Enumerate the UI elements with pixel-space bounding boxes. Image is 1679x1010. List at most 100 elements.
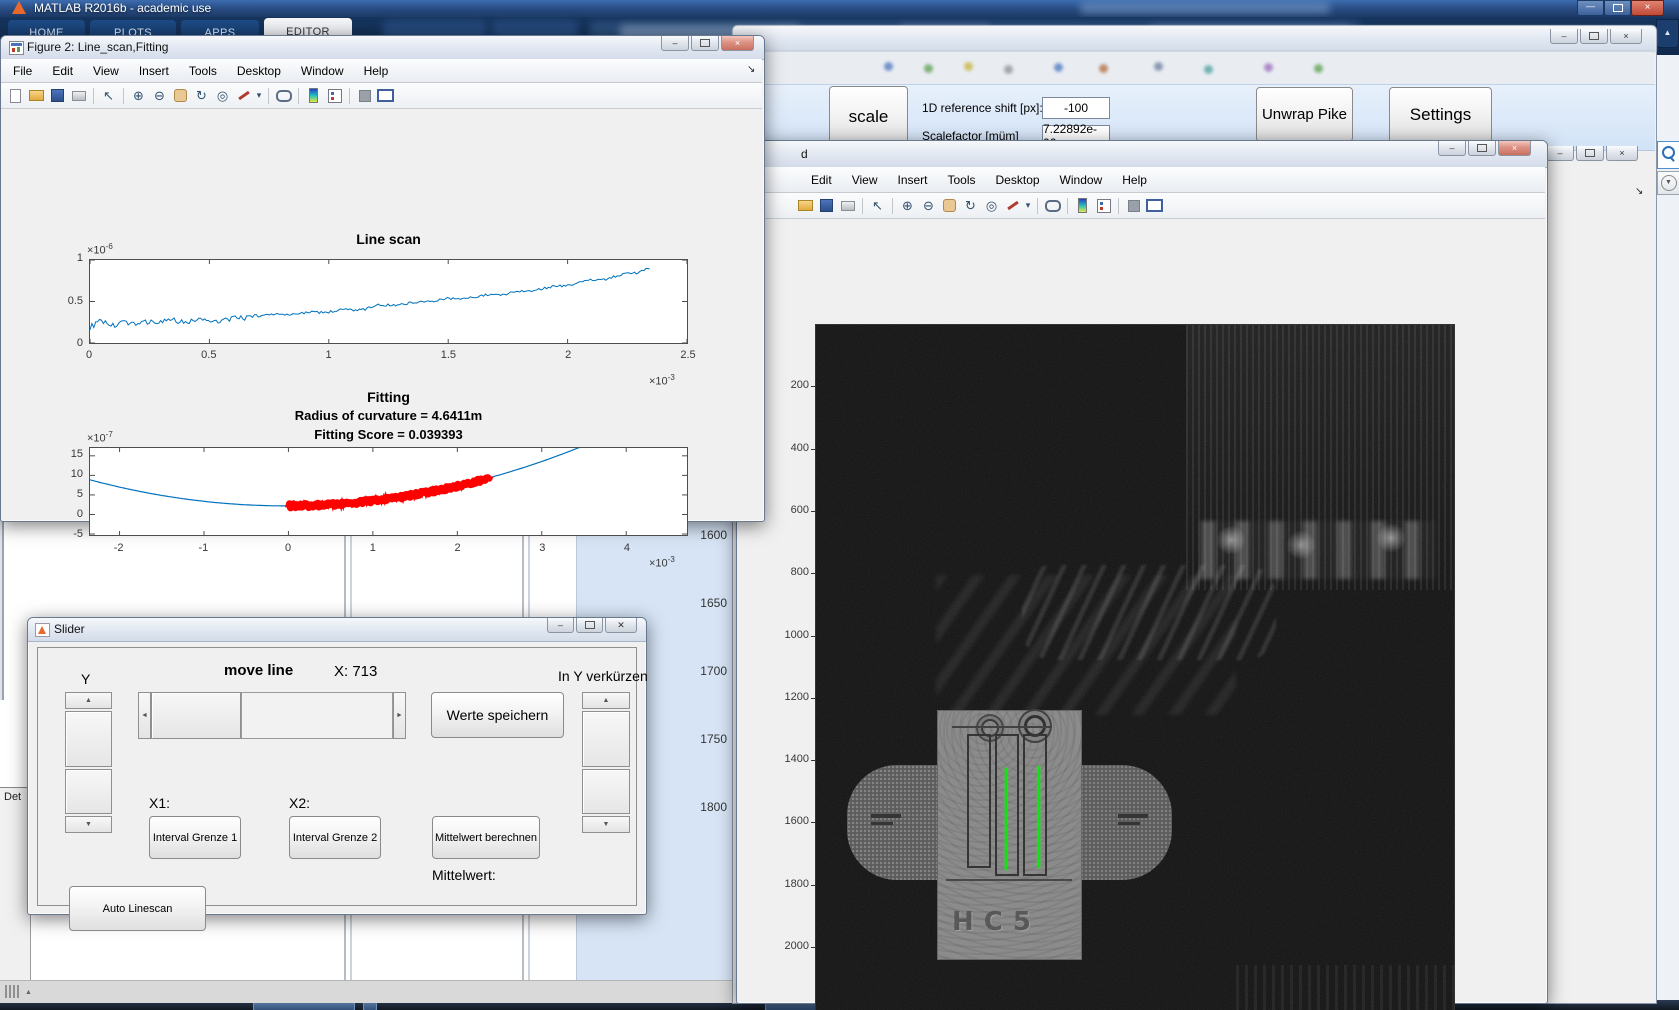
slider-titlebar[interactable]: Slider – ✕	[28, 618, 646, 642]
pan-hand-icon[interactable]	[171, 87, 190, 104]
show-plot-tools-icon[interactable]	[1145, 197, 1164, 214]
taskbar-item[interactable]	[253, 1002, 355, 1010]
bg-window-minimize-button[interactable]: –	[1546, 146, 1574, 161]
edit-plot-arrow-icon[interactable]: ↖	[868, 197, 887, 214]
menu-edit[interactable]: Edit	[801, 170, 842, 190]
save-figure-icon[interactable]	[48, 87, 67, 104]
figure2-minimize-button[interactable]: –	[661, 36, 689, 51]
menu-window[interactable]: Window	[1050, 170, 1113, 190]
slider-minimize-button[interactable]: –	[547, 618, 574, 633]
dropdown-caret-icon[interactable]: ▾	[1024, 197, 1032, 214]
in-y-slider-down-button[interactable]: ▼	[582, 816, 630, 833]
show-plot-tools-icon[interactable]	[376, 87, 395, 104]
menu-desktop[interactable]: Desktop	[227, 61, 291, 81]
y-slider-thumb[interactable]	[65, 711, 112, 767]
y-slider-thumb-lower[interactable]	[65, 769, 112, 814]
menu-edit[interactable]: Edit	[42, 61, 83, 81]
zoom-in-icon[interactable]: ⊕	[898, 197, 917, 214]
insert-colorbar-icon[interactable]	[1073, 197, 1092, 214]
in-y-slider-thumb-lower[interactable]	[582, 769, 630, 814]
save-figure-icon[interactable]	[817, 197, 836, 214]
menu-tools[interactable]: Tools	[938, 170, 986, 190]
figure-minimize-button[interactable]: –	[1438, 141, 1466, 156]
print-figure-icon[interactable]	[69, 87, 88, 104]
rotate-3d-icon[interactable]: ↻	[192, 87, 211, 104]
y-slider-up-button[interactable]: ▲	[65, 692, 112, 709]
zoom-out-icon[interactable]: ⊖	[919, 197, 938, 214]
in-y-slider-up-button[interactable]: ▲	[582, 692, 630, 709]
data-cursor-icon[interactable]: ◎	[982, 197, 1001, 214]
zoom-in-icon[interactable]: ⊕	[129, 87, 148, 104]
zoom-out-icon[interactable]: ⊖	[150, 87, 169, 104]
move-line-slider-thumb[interactable]	[151, 692, 241, 739]
rotate-3d-icon[interactable]: ↻	[961, 197, 980, 214]
brush-data-icon[interactable]	[1003, 197, 1022, 214]
link-plot-icon[interactable]	[1043, 197, 1062, 214]
close-button[interactable]: ×	[1631, 0, 1664, 16]
maximize-button[interactable]	[1604, 0, 1631, 16]
ref-shift-input[interactable]: -100	[1042, 97, 1110, 119]
unwrap-pike-button[interactable]: Unwrap Pike	[1256, 87, 1353, 142]
dock-arrow-icon[interactable]: ↘	[747, 64, 755, 75]
insert-legend-icon[interactable]	[1094, 197, 1113, 214]
figure2-title: Figure 2: Line_scan,Fitting	[27, 40, 168, 54]
brush-data-icon[interactable]	[234, 87, 253, 104]
move-line-slider-right-button[interactable]: ►	[393, 692, 406, 739]
figure2-restore-button[interactable]	[691, 36, 719, 51]
search-button[interactable]	[1657, 141, 1679, 169]
open-file-icon[interactable]	[27, 87, 46, 104]
menu-file[interactable]: File	[3, 61, 42, 81]
move-line-slider-left-button[interactable]: ◄	[138, 692, 151, 739]
insert-colorbar-icon[interactable]	[304, 87, 323, 104]
menu-help[interactable]: Help	[1112, 170, 1157, 190]
new-figure-icon[interactable]	[6, 87, 25, 104]
move-line-slider-track[interactable]	[241, 692, 393, 739]
grip-handle-icon[interactable]: ▲	[5, 985, 55, 999]
menu-tools[interactable]: Tools	[179, 61, 227, 81]
scale-button[interactable]: scale	[829, 86, 908, 148]
pan-hand-icon[interactable]	[940, 197, 959, 214]
open-file-icon[interactable]	[796, 197, 815, 214]
menu-insert[interactable]: Insert	[887, 170, 937, 190]
in-y-slider-thumb[interactable]	[582, 711, 630, 767]
hide-plot-tools-icon[interactable]	[355, 87, 374, 104]
figure-close-button[interactable]: ×	[1498, 141, 1531, 156]
insert-legend-icon[interactable]	[325, 87, 344, 104]
menu-view[interactable]: View	[83, 61, 129, 81]
minimize-button[interactable]: —	[1577, 0, 1604, 16]
menu-desktop[interactable]: Desktop	[986, 170, 1050, 190]
slider-restore-button[interactable]	[576, 618, 603, 633]
menu-help[interactable]: Help	[354, 61, 399, 81]
auto-linescan-button[interactable]: Auto Linescan	[69, 886, 206, 931]
settings-button[interactable]: Settings	[1389, 87, 1492, 143]
interval-grenze-2-button[interactable]: Interval Grenze 2	[289, 816, 381, 859]
toolstrip-collapse-pin[interactable]: ▲	[1656, 19, 1679, 48]
y-slider-down-button[interactable]: ▼	[65, 816, 112, 833]
dropdown-caret-icon[interactable]: ▾	[255, 87, 263, 104]
figure2-close-button[interactable]: ×	[721, 36, 754, 51]
image-figure-titlebar[interactable]: d – ×	[737, 141, 1547, 168]
edit-plot-arrow-icon[interactable]: ↖	[99, 87, 118, 104]
figure-restore-button[interactable]	[1468, 141, 1496, 156]
print-figure-icon[interactable]	[838, 197, 857, 214]
link-plot-icon[interactable]	[274, 87, 293, 104]
bg-window-close-button[interactable]: ×	[1606, 146, 1638, 161]
dock-arrow-icon[interactable]: ↘	[1635, 186, 1643, 197]
bg-window-restore-button[interactable]	[1576, 146, 1604, 161]
mittelwert-berechnen-button[interactable]: Mittelwert berechnen	[432, 816, 540, 859]
gui-restore-button[interactable]	[1580, 29, 1608, 44]
hide-plot-tools-icon[interactable]	[1124, 197, 1143, 214]
menu-insert[interactable]: Insert	[129, 61, 179, 81]
taskbar-item[interactable]	[363, 1002, 377, 1010]
slider-close-button[interactable]: ✕	[605, 618, 637, 633]
sidebar-dropdown-button[interactable]: ▼	[1657, 171, 1679, 195]
menu-view[interactable]: View	[842, 170, 888, 190]
figure2-titlebar[interactable]: Figure 2: Line_scan,Fitting – ×	[1, 36, 764, 60]
gui-close-button[interactable]: ×	[1610, 29, 1642, 44]
gui-minimize-button[interactable]: –	[1550, 29, 1578, 44]
interval-grenze-1-button[interactable]: Interval Grenze 1	[149, 816, 241, 859]
phase-image[interactable]: HC5	[815, 324, 1455, 1010]
data-cursor-icon[interactable]: ◎	[213, 87, 232, 104]
werte-speichern-button[interactable]: Werte speichern	[431, 692, 564, 738]
menu-window[interactable]: Window	[291, 61, 354, 81]
